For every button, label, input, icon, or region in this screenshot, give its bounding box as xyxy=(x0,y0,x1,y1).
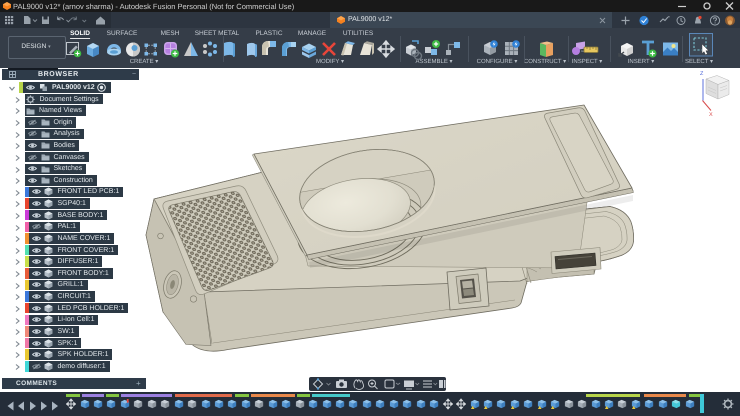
svg-text:Z: Z xyxy=(700,71,704,77)
svg-text:X: X xyxy=(709,112,713,118)
